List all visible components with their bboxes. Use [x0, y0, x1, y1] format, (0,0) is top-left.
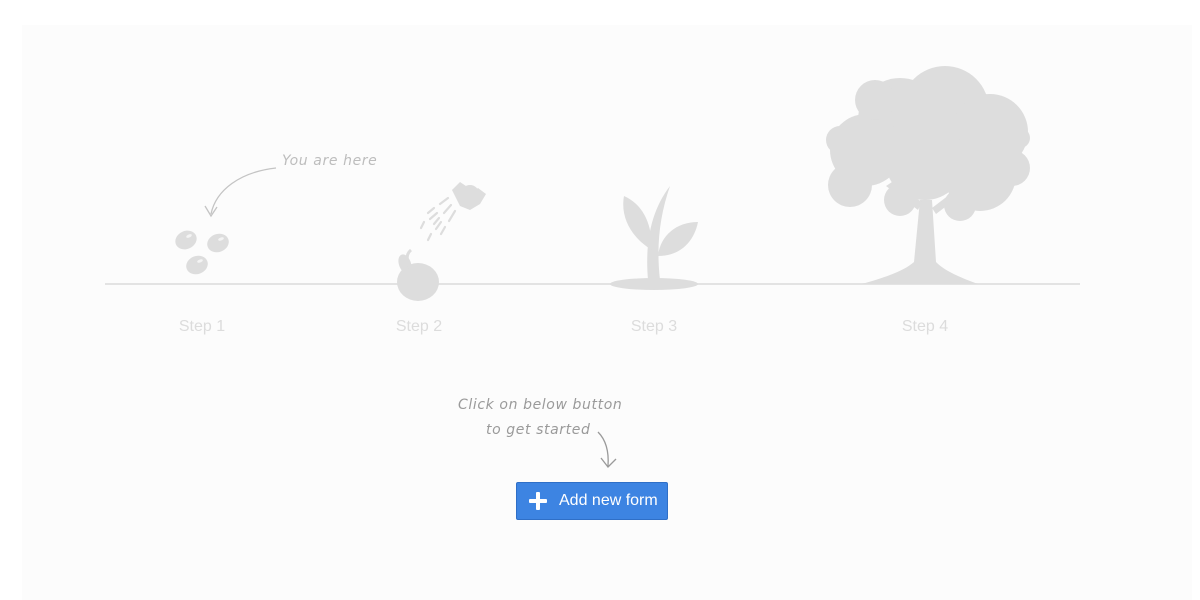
plus-icon — [529, 492, 547, 510]
sprouting-seed-icon — [397, 248, 439, 301]
hint-line-2: to get started — [486, 422, 591, 438]
step-3-label: Step 3 — [630, 318, 678, 335]
seeds-icon — [175, 230, 229, 275]
you-are-here-arrow — [210, 167, 277, 215]
tree-icon — [826, 66, 1030, 284]
watering-can-icon — [452, 182, 486, 210]
add-new-form-button[interactable]: Add new form — [516, 482, 668, 520]
step-4-label: Step 4 — [901, 318, 949, 335]
step-2-label: Step 2 — [395, 318, 443, 335]
water-drops — [419, 196, 457, 242]
you-are-here-note: You are here — [282, 153, 378, 169]
sprout-icon — [610, 186, 698, 290]
add-new-form-label: Add new form — [559, 492, 658, 509]
hint-line-1: Click on below button — [458, 397, 623, 413]
hint-arrow — [597, 431, 617, 468]
step-1-label: Step 1 — [178, 318, 226, 335]
